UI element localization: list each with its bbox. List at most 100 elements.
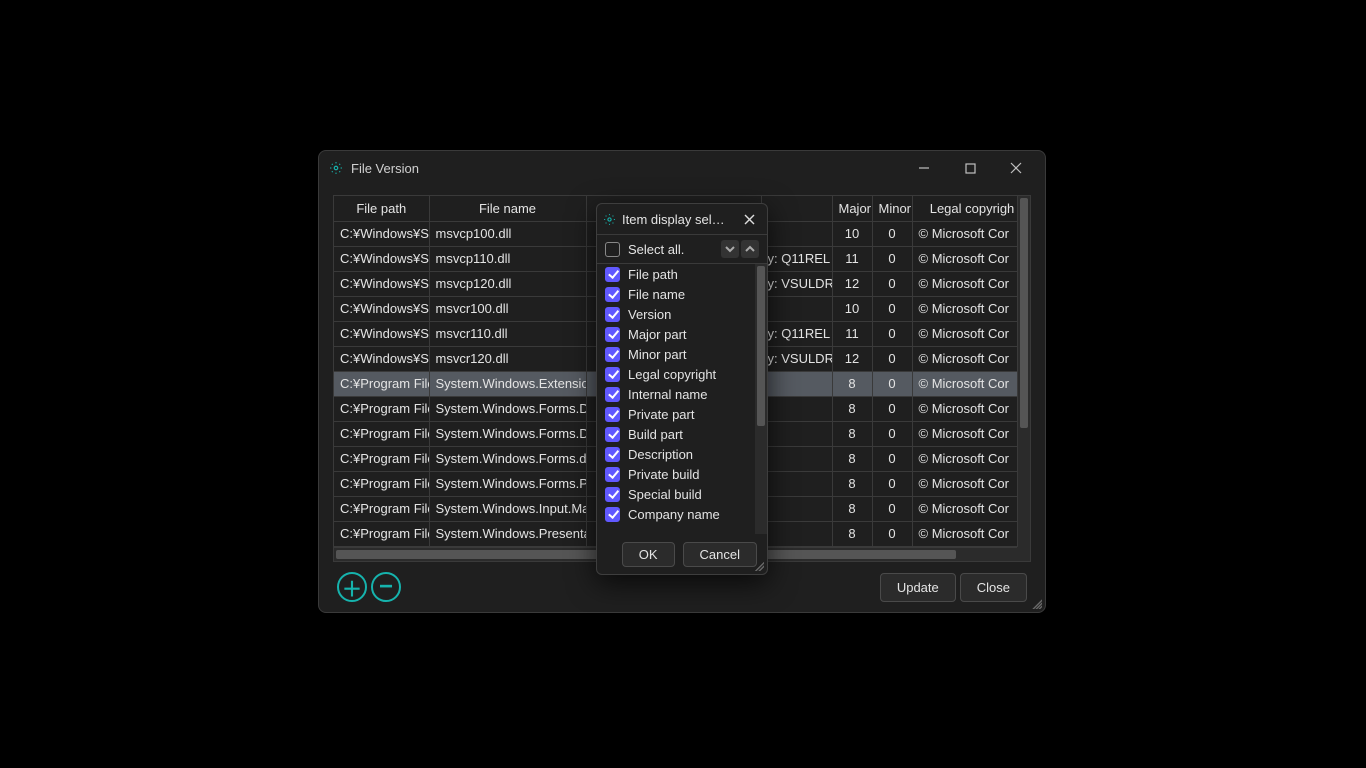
remove-button[interactable]: − [371, 572, 401, 602]
display-option[interactable]: File path [597, 264, 755, 284]
cell-path: C:¥Windows¥Sy [334, 346, 429, 371]
option-label: Minor part [628, 347, 687, 362]
display-option[interactable]: Private build [597, 464, 755, 484]
cell-name: System.Windows.Input.Manip [429, 496, 586, 521]
cell-minor: 0 [872, 471, 912, 496]
display-option[interactable]: File name [597, 284, 755, 304]
select-all-label: Select all. [628, 242, 684, 257]
cell-minor: 0 [872, 346, 912, 371]
cell-minor: 0 [872, 496, 912, 521]
maximize-button[interactable] [947, 152, 993, 184]
option-checkbox[interactable] [605, 287, 620, 302]
cell-path: C:¥Windows¥Sy [334, 321, 429, 346]
cell-name: System.Windows.Forms.Primi [429, 471, 586, 496]
option-checkbox[interactable] [605, 267, 620, 282]
cell-path: C:¥Program File [334, 446, 429, 471]
option-checkbox[interactable] [605, 447, 620, 462]
option-checkbox[interactable] [605, 467, 620, 482]
cell-minor: 0 [872, 421, 912, 446]
cell-name: msvcr100.dll [429, 296, 586, 321]
cell-major: 8 [832, 471, 872, 496]
cancel-button[interactable]: Cancel [683, 542, 757, 567]
col-file-path[interactable]: File path [334, 196, 429, 221]
gear-icon [603, 213, 616, 226]
cell-major: 11 [832, 321, 872, 346]
vertical-scrollbar[interactable] [1017, 196, 1030, 547]
cell-copy: © Microsoft Cor [912, 346, 1031, 371]
cell-path: C:¥Windows¥Sy [334, 271, 429, 296]
cell-minor: 0 [872, 271, 912, 296]
cell-minor: 0 [872, 371, 912, 396]
update-button[interactable]: Update [880, 573, 956, 602]
cell-minor: 0 [872, 246, 912, 271]
option-label: File name [628, 287, 685, 302]
option-checkbox[interactable] [605, 427, 620, 442]
cell-copy: © Microsoft Cor [912, 271, 1031, 296]
option-checkbox[interactable] [605, 507, 620, 522]
display-option[interactable]: Private part [597, 404, 755, 424]
cell-major: 8 [832, 496, 872, 521]
cell-copy: © Microsoft Cor [912, 421, 1031, 446]
minimize-button[interactable] [901, 152, 947, 184]
option-checkbox[interactable] [605, 307, 620, 322]
col-copyright[interactable]: Legal copyrigh [912, 196, 1031, 221]
cell-major: 8 [832, 421, 872, 446]
option-checkbox[interactable] [605, 367, 620, 382]
move-down-button[interactable] [721, 240, 739, 258]
close-button[interactable] [993, 152, 1039, 184]
cell-major: 10 [832, 221, 872, 246]
ok-button[interactable]: OK [622, 542, 675, 567]
add-button[interactable]: ＋ [337, 572, 367, 602]
cell-name: msvcr110.dll [429, 321, 586, 346]
option-checkbox[interactable] [605, 347, 620, 362]
display-option[interactable]: Internal name [597, 384, 755, 404]
display-option[interactable]: Minor part [597, 344, 755, 364]
cell-path: C:¥Program File [334, 421, 429, 446]
cell-extra: y: Q11REL [761, 246, 832, 271]
close-app-button[interactable]: Close [960, 573, 1027, 602]
cell-copy: © Microsoft Cor [912, 296, 1031, 321]
gear-icon [329, 161, 343, 175]
display-option[interactable]: Version [597, 304, 755, 324]
select-all-checkbox[interactable] [605, 242, 620, 257]
cell-extra [761, 296, 832, 321]
option-label: Legal copyright [628, 367, 716, 382]
col-major[interactable]: Major p [832, 196, 872, 221]
cell-path: C:¥Windows¥Sy [334, 296, 429, 321]
option-checkbox[interactable] [605, 387, 620, 402]
cell-major: 10 [832, 296, 872, 321]
cell-name: System.Windows.Forms.Desig [429, 396, 586, 421]
display-option[interactable]: Build part [597, 424, 755, 444]
col-minor[interactable]: Minor [872, 196, 912, 221]
dialog-title: Item display selecti… [622, 212, 731, 227]
option-label: Major part [628, 327, 687, 342]
resize-grip-icon[interactable] [754, 561, 764, 571]
display-option[interactable]: Legal copyright [597, 364, 755, 384]
display-option[interactable]: Major part [597, 324, 755, 344]
cell-path: C:¥Program File [334, 396, 429, 421]
cell-name: msvcr120.dll [429, 346, 586, 371]
cell-minor: 0 [872, 396, 912, 421]
cell-path: C:¥Program File [334, 471, 429, 496]
move-up-button[interactable] [741, 240, 759, 258]
cell-path: C:¥Program File [334, 521, 429, 546]
cell-major: 11 [832, 246, 872, 271]
resize-grip-icon[interactable] [1030, 597, 1042, 609]
display-option[interactable]: Description [597, 444, 755, 464]
cell-minor: 0 [872, 321, 912, 346]
option-checkbox[interactable] [605, 487, 620, 502]
option-checkbox[interactable] [605, 407, 620, 422]
dialog-scrollbar[interactable] [755, 264, 767, 534]
col-file-name[interactable]: File name [429, 196, 586, 221]
option-checkbox[interactable] [605, 327, 620, 342]
titlebar: File Version [319, 151, 1045, 185]
dialog-close-button[interactable] [737, 207, 761, 231]
cell-path: C:¥Windows¥Sy [334, 221, 429, 246]
display-option[interactable]: Company name [597, 504, 755, 524]
cell-copy: © Microsoft Cor [912, 321, 1031, 346]
display-option[interactable]: Special build [597, 484, 755, 504]
cell-major: 8 [832, 371, 872, 396]
cell-minor: 0 [872, 221, 912, 246]
cell-extra [761, 421, 832, 446]
cell-copy: © Microsoft Cor [912, 471, 1031, 496]
